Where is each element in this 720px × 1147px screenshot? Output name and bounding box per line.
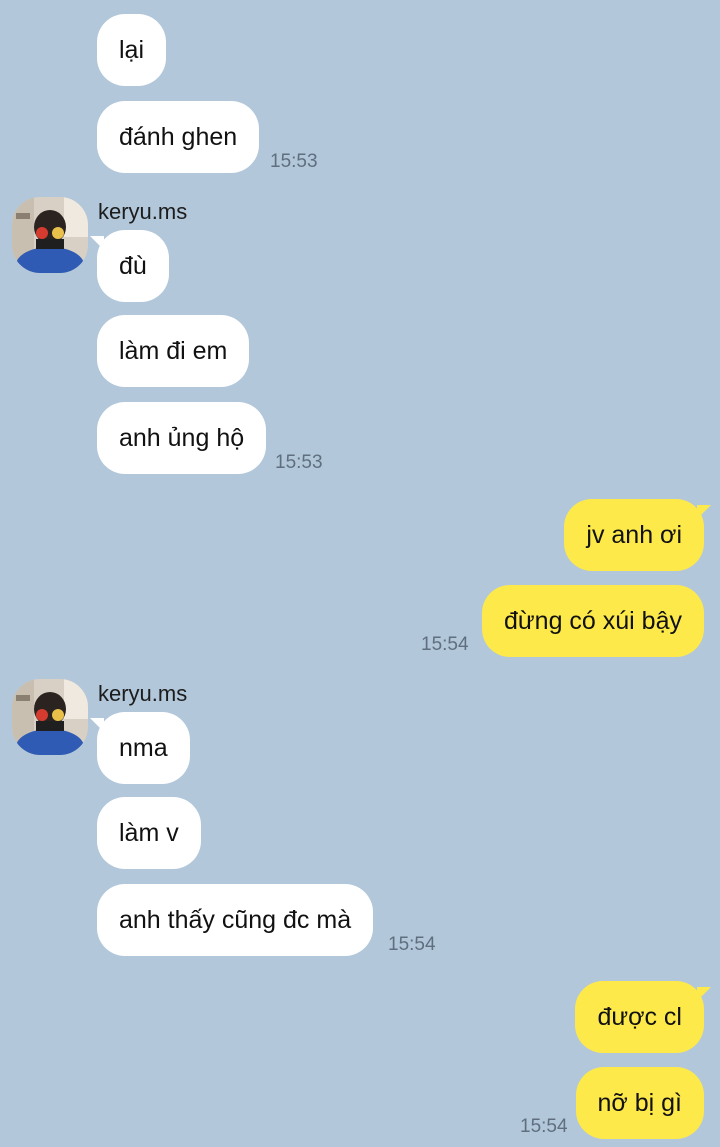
message-bubble[interactable]: làm v <box>97 797 201 869</box>
avatar[interactable] <box>12 197 88 273</box>
message-bubble[interactable]: nma <box>90 712 190 784</box>
message-bubble[interactable]: đừng có xúi bậy <box>482 585 704 657</box>
avatar[interactable] <box>12 679 88 755</box>
message-bubble[interactable]: anh thấy cũng đc mà <box>97 884 374 956</box>
message-bubble[interactable]: được cl <box>575 981 711 1053</box>
message-bubble[interactable]: lại <box>97 14 167 86</box>
message-bubble[interactable]: đánh ghen <box>97 101 260 173</box>
sender-name[interactable]: keryu.ms <box>98 199 187 225</box>
message-bubble[interactable]: anh ủng hộ <box>97 402 267 474</box>
sender-name[interactable]: keryu.ms <box>98 681 187 707</box>
message-timestamp: 15:53 <box>270 151 318 172</box>
message-timestamp: 15:53 <box>275 452 323 473</box>
profile-photo-icon <box>12 197 88 273</box>
message-bubble[interactable]: jv anh ơi <box>564 499 711 571</box>
message-timestamp: 15:54 <box>388 934 436 955</box>
message-bubble[interactable]: đù <box>90 230 169 302</box>
message-bubble[interactable]: nỡ bị gì <box>575 1067 704 1139</box>
message-timestamp: 15:54 <box>421 634 469 655</box>
profile-photo-icon <box>12 679 88 755</box>
message-bubble[interactable]: làm đi em <box>97 315 250 387</box>
message-timestamp: 15:54 <box>520 1116 568 1137</box>
